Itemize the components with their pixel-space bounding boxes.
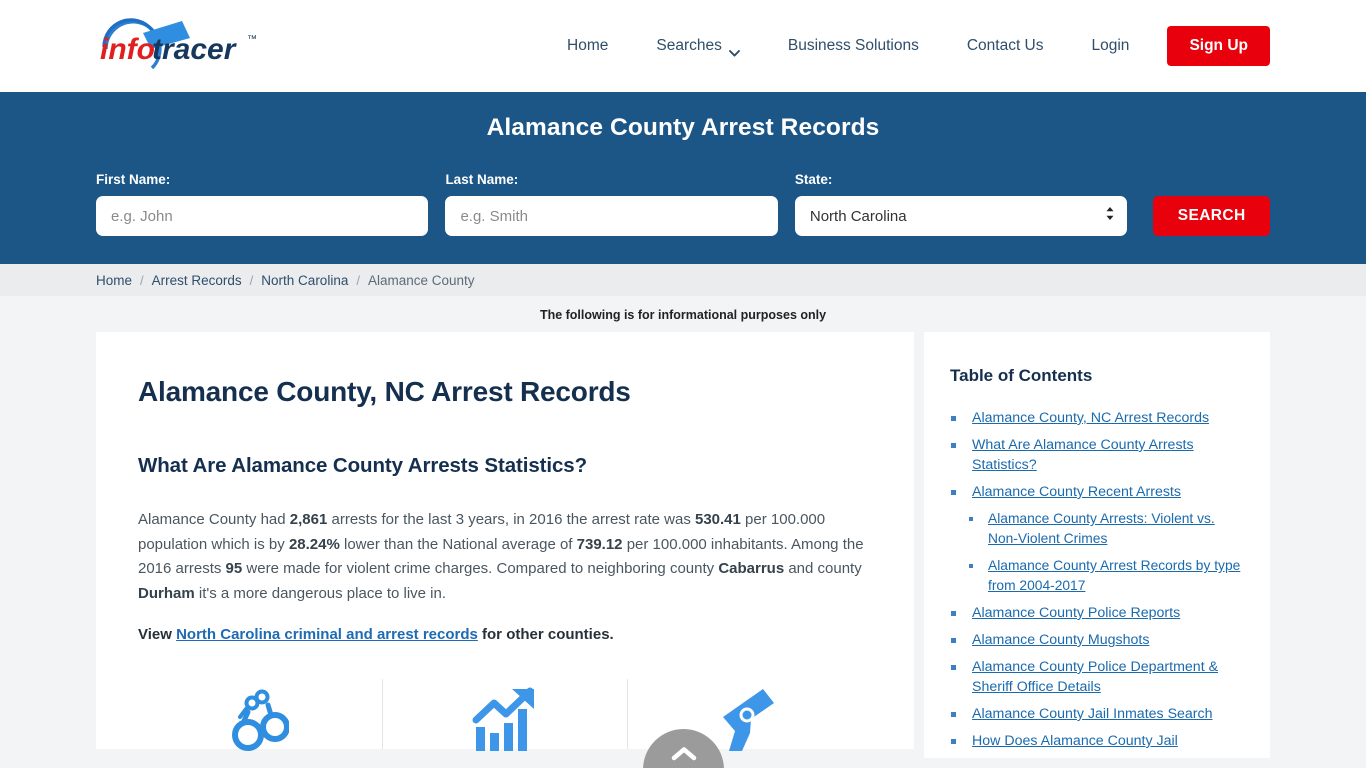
north-carolina-records-link[interactable]: North Carolina criminal and arrest recor… (176, 626, 478, 643)
toc-link-police-reports[interactable]: Alamance County Police Reports (972, 603, 1180, 623)
toc-link-police-department-sheriff[interactable]: Alamance County Police Department & Sher… (972, 657, 1244, 697)
breadcrumb-separator: / (356, 272, 360, 288)
list-item: Alamance County Arrest Records by type f… (969, 556, 1244, 596)
stat-text: and county (784, 560, 862, 577)
stat-text: arrests for the last 3 years, in 2016 th… (327, 511, 695, 528)
main-navigation: Home Searches Business Solutions Contact… (549, 26, 1270, 66)
stat-total-arrests: 2,861 (289, 511, 328, 528)
page-title: Alamance County, NC Arrest Records (138, 376, 631, 407)
view-records-line: View North Carolina criminal and arrest … (138, 626, 872, 643)
handcuffs-icon (231, 687, 290, 756)
chevron-down-icon (728, 44, 740, 57)
breadcrumb-separator: / (140, 272, 144, 288)
first-name-field-group: First Name: (96, 172, 429, 236)
first-name-label: First Name: (96, 172, 171, 187)
first-name-input[interactable] (96, 196, 429, 236)
svg-text:tracer: tracer (152, 33, 238, 66)
nav-searches-label: Searches (656, 37, 722, 54)
breadcrumb-item-home[interactable]: Home (96, 273, 132, 288)
state-field-group: State: North Carolina (794, 172, 1128, 236)
stat-neighbor-county-1: Cabarrus (718, 560, 785, 577)
informational-notice: The following is for informational purpo… (539, 308, 827, 322)
toc-link-recent-arrests[interactable]: Alamance County Recent Arrests (972, 482, 1181, 502)
nav-business-solutions[interactable]: Business Solutions (764, 29, 943, 63)
stat-national-average: 739.12 (576, 535, 623, 553)
stat-percent-lower: 28.24% (288, 535, 340, 553)
search-banner: Alamance County Arrest Records First Nam… (0, 92, 1366, 264)
stat-text: were made for violent crime charges. Com… (242, 560, 719, 577)
gun-icon (717, 687, 783, 756)
nav-contact-us-label: Contact Us (966, 37, 1044, 54)
stat-neighbor-county-2: Durham (138, 584, 195, 602)
nav-contact-us[interactable]: Contact Us (943, 29, 1068, 63)
last-name-label: Last Name: (445, 172, 519, 187)
state-select[interactable]: North Carolina (794, 196, 1128, 236)
view-suffix: for other counties. (477, 626, 614, 643)
stat-violent-arrests: 95 (225, 560, 243, 577)
state-label: State: (794, 172, 833, 187)
list-item: How Does Alamance County Jail (950, 731, 1244, 751)
content-area: Alamance County, NC Arrest Records What … (0, 332, 1366, 758)
toc-sublist: Alamance County Arrests: Violent vs. Non… (969, 509, 1244, 596)
stat-text: lower than the National average of (339, 535, 577, 553)
breadcrumb-separator: / (249, 272, 254, 288)
banner-title: Alamance County Arrest Records (486, 114, 880, 141)
nav-home-label: Home (567, 37, 609, 54)
toc-title: Table of Contents (950, 366, 1093, 385)
nav-login[interactable]: Login (1068, 29, 1154, 63)
handcuffs-icon-cell (138, 679, 382, 751)
search-form: First Name: Last Name: State: North Caro… (96, 172, 1270, 236)
nav-home[interactable]: Home (549, 29, 632, 63)
stat-text: Alamance County had (138, 511, 290, 528)
svg-text:info: info (100, 33, 155, 66)
list-item: Alamance County Police Reports (950, 603, 1244, 623)
site-header: info tracer ™ Home Searches Business Sol… (0, 0, 1366, 92)
last-name-input[interactable] (445, 196, 778, 236)
nav-searches[interactable]: Searches (632, 29, 763, 63)
statistics-paragraph: Alamance County had 2,861 arrests for th… (138, 508, 872, 606)
nav-login-label: Login (1091, 37, 1130, 54)
breadcrumb-item-arrest-records[interactable]: Arrest Records (152, 273, 242, 288)
toc-link-arrests-statistics[interactable]: What Are Alamance County Arrests Statist… (972, 435, 1244, 475)
nav-business-solutions-label: Business Solutions (787, 37, 919, 54)
toc-link-violent-vs-nonviolent[interactable]: Alamance County Arrests: Violent vs. Non… (988, 509, 1244, 549)
breadcrumb-item-alamance-county: Alamance County (367, 272, 475, 288)
last-name-field-group: Last Name: (445, 172, 778, 236)
infotracer-logo[interactable]: info tracer ™ (96, 16, 286, 78)
article-card: Alamance County, NC Arrest Records What … (96, 332, 914, 751)
list-item: Alamance County Jail Inmates Search (950, 704, 1244, 724)
view-prefix: View (138, 626, 177, 643)
list-item: Alamance County Arrests: Violent vs. Non… (969, 509, 1244, 549)
toc-link-jail-inmates-search[interactable]: Alamance County Jail Inmates Search (972, 704, 1213, 724)
toc-link-records-by-type[interactable]: Alamance County Arrest Records by type f… (988, 556, 1244, 596)
table-of-contents-card: Table of Contents Alamance County, NC Ar… (924, 332, 1270, 758)
sign-up-button[interactable]: Sign Up (1167, 26, 1270, 66)
section-heading-statistics: What Are Alamance County Arrests Statist… (138, 454, 587, 477)
growth-chart-icon (470, 687, 540, 756)
stat-icons-row (138, 679, 872, 751)
list-item: Alamance County Recent Arrests Alamance … (950, 482, 1244, 596)
stat-text: it's a more dangerous place to live in. (194, 584, 447, 602)
toc-link-how-does-jail[interactable]: How Does Alamance County Jail (972, 731, 1178, 751)
search-button[interactable]: SEARCH (1153, 196, 1270, 236)
list-item: Alamance County Police Department & Sher… (950, 657, 1244, 697)
toc-link-mugshots[interactable]: Alamance County Mugshots (972, 630, 1149, 650)
toc-list: Alamance County, NC Arrest Records What … (950, 408, 1244, 751)
list-item: Alamance County, NC Arrest Records (950, 408, 1244, 428)
growth-chart-icon-cell (382, 679, 627, 751)
chevron-up-icon (671, 746, 697, 764)
breadcrumb-item-north-carolina[interactable]: North Carolina (261, 273, 348, 288)
svg-text:™: ™ (247, 34, 257, 45)
toc-link-arrest-records[interactable]: Alamance County, NC Arrest Records (972, 408, 1209, 428)
list-item: What Are Alamance County Arrests Statist… (950, 435, 1244, 475)
breadcrumb: Home / Arrest Records / North Carolina /… (0, 264, 1366, 296)
stat-arrest-rate: 530.41 (694, 511, 741, 528)
list-item: Alamance County Mugshots (950, 630, 1244, 650)
